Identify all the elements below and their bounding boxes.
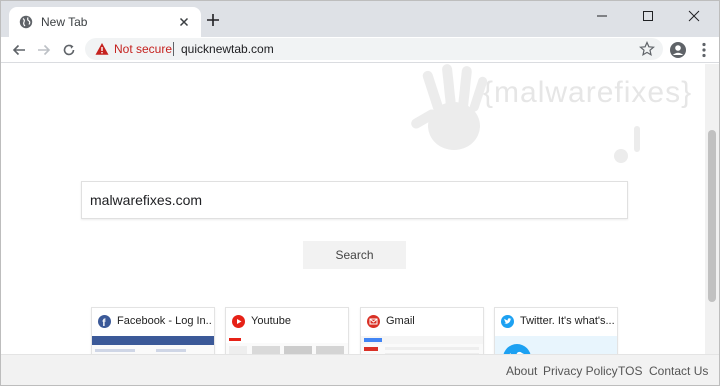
new-tab-plus-icon[interactable] — [205, 12, 221, 28]
search-input-value[interactable]: malwarefixes.com — [90, 192, 202, 208]
tile-header: f Facebook - Log In... — [92, 308, 214, 335]
svg-text:f: f — [102, 318, 106, 328]
not-secure-label[interactable]: Not secure — [114, 42, 172, 56]
address-bar[interactable]: Not secure quicknewtab.com — [85, 38, 663, 60]
gmail-icon — [367, 315, 380, 328]
bookmark-star-icon[interactable] — [639, 41, 655, 57]
footer-link-about[interactable]: About — [506, 364, 537, 378]
search-input[interactable]: malwarefixes.com — [81, 181, 628, 219]
globe-icon — [19, 15, 33, 29]
browser-toolbar: Not secure quicknewtab.com — [1, 37, 719, 63]
maximize-icon[interactable] — [625, 1, 671, 31]
omnibox-divider — [173, 42, 174, 56]
page-content: {malwarefixes} malwarefixes.com Search f… — [1, 64, 719, 385]
page-footer: About Privacy Policy TOS Contact Us — [1, 354, 719, 385]
tile-header: Twitter. It's what's... — [495, 308, 617, 335]
kebab-menu-icon[interactable] — [695, 41, 713, 59]
warning-triangle-icon[interactable] — [95, 42, 109, 56]
search-button[interactable]: Search — [303, 241, 406, 269]
close-tab-icon[interactable] — [177, 15, 191, 29]
tile-label: Twitter. It's what's... — [520, 315, 614, 327]
watermark-text: {malwarefixes} — [483, 76, 693, 109]
tile-label: Gmail — [386, 315, 415, 327]
footer-link-tos[interactable]: TOS — [618, 364, 642, 378]
reload-icon[interactable] — [60, 41, 78, 59]
profile-avatar-icon[interactable] — [669, 41, 687, 59]
tile-header: Youtube — [226, 308, 348, 335]
tile-header: Gmail — [361, 308, 483, 335]
tile-label: Facebook - Log In... — [117, 315, 211, 327]
youtube-icon — [232, 315, 245, 328]
footer-link-privacy-policy[interactable]: Privacy Policy — [543, 364, 618, 378]
forward-arrow-icon[interactable] — [35, 41, 53, 59]
back-arrow-icon[interactable] — [10, 41, 28, 59]
twitter-icon — [501, 315, 514, 328]
footer-link-contact-us[interactable]: Contact Us — [649, 364, 708, 378]
url-text[interactable]: quicknewtab.com — [181, 42, 274, 56]
close-window-icon[interactable] — [671, 1, 717, 31]
tab-title: New Tab — [41, 15, 88, 29]
browser-window: New Tab Not secure quicknewtab.com {malw… — [0, 0, 720, 386]
scrollbar-thumb[interactable] — [708, 130, 716, 302]
page-scrollbar[interactable] — [705, 64, 719, 354]
tab-new-tab[interactable]: New Tab — [9, 7, 201, 37]
facebook-icon: f — [98, 315, 111, 329]
tile-label: Youtube — [251, 315, 291, 327]
tab-strip: New Tab — [1, 1, 719, 37]
minimize-icon[interactable] — [579, 1, 625, 31]
